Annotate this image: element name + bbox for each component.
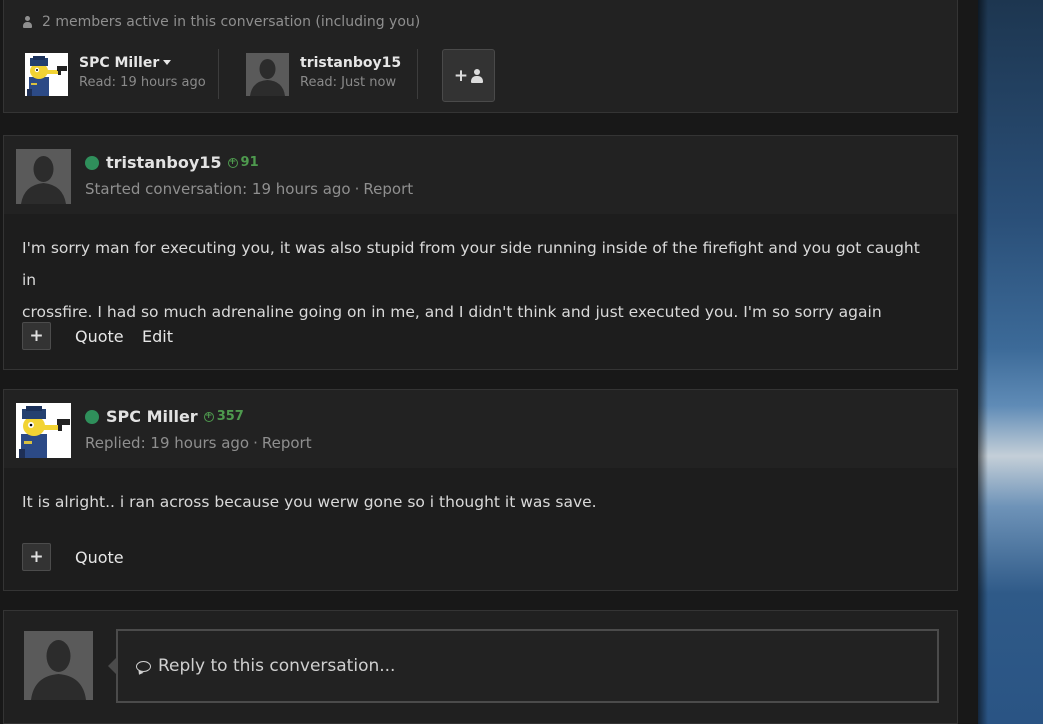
online-status-icon	[85, 155, 99, 170]
avatar-spc-miller[interactable]	[25, 53, 68, 96]
message-text-line: crossfire. I had so much adrenaline goin…	[22, 303, 882, 321]
quote-button[interactable]: Quote	[75, 548, 124, 567]
message-text-line: I'm sorry man for executing you, it was …	[22, 239, 920, 289]
plus-icon: +	[453, 65, 469, 86]
message-text-line: It is alright.. i ran across because you…	[22, 493, 597, 511]
message-body: I'm sorry man for executing you, it was …	[4, 214, 957, 369]
message-header: tristanboy15 + 91 Started conversation: …	[4, 136, 957, 214]
members-panel: 2 members active in this conversation (i…	[3, 0, 958, 113]
active-members-text: 2 members active in this conversation (i…	[42, 14, 421, 30]
invite-member-button[interactable]: +	[442, 49, 495, 102]
message-text: I'm sorry man for executing you, it was …	[22, 232, 927, 328]
avatar-default[interactable]	[16, 149, 71, 204]
reputation-value: 91	[240, 155, 259, 170]
reply-placeholder: Reply to this conversation...	[158, 656, 396, 676]
caret-down-icon[interactable]	[163, 60, 172, 65]
user-icon	[471, 68, 484, 83]
user-icon	[22, 16, 33, 28]
author-name[interactable]: SPC Miller	[106, 407, 198, 426]
active-members-line: 2 members active in this conversation (i…	[22, 14, 420, 30]
separator: ·	[354, 180, 360, 198]
avatar-default	[24, 631, 93, 700]
separator: ·	[253, 434, 258, 452]
message-timestamp: Started conversation: 19 hours ago	[85, 180, 351, 198]
reply-panel: Reply to this conversation...	[3, 610, 958, 724]
like-button[interactable]: +	[22, 543, 51, 571]
message-meta: Started conversation: 19 hours ago · Repor…	[85, 180, 413, 198]
member-name[interactable]: tristanboy15	[300, 55, 401, 71]
conversation-column: 2 members active in this conversation (i…	[0, 0, 978, 724]
member-tristanboy15[interactable]: tristanboy15 Read: Just now	[246, 53, 401, 96]
message-meta: Replied: 19 hours ago · Report	[85, 434, 312, 452]
member-read-status: Read: 19 hours ago	[79, 75, 206, 90]
edit-button[interactable]: Edit	[142, 327, 173, 346]
member-spc-miller[interactable]: SPC Miller Read: 19 hours ago	[25, 53, 206, 96]
report-link[interactable]: Report	[262, 434, 312, 452]
member-name: SPC Miller	[79, 55, 206, 71]
reputation-badge: + 91	[227, 155, 259, 170]
avatar-spc-miller[interactable]	[16, 403, 71, 458]
divider	[218, 49, 219, 99]
author-row: SPC Miller + 357	[85, 407, 244, 426]
speech-bubble-icon	[136, 660, 151, 672]
quote-button[interactable]: Quote	[75, 327, 124, 346]
member-read-status: Read: Just now	[300, 75, 397, 90]
message-timestamp: Replied: 19 hours ago	[85, 434, 250, 452]
message: SPC Miller + 357 Replied: 19 hours ago · R…	[3, 389, 958, 591]
online-status-icon	[85, 409, 99, 424]
report-link[interactable]: Report	[363, 180, 413, 198]
reputation-badge: + 357	[203, 409, 244, 424]
author-row: tristanboy15 + 91	[85, 153, 259, 172]
member-name-link[interactable]: SPC Miller	[79, 55, 159, 71]
avatar-default[interactable]	[246, 53, 289, 96]
message: tristanboy15 + 91 Started conversation: …	[3, 135, 958, 370]
author-name[interactable]: tristanboy15	[106, 153, 222, 172]
message-header: SPC Miller + 357 Replied: 19 hours ago · R…	[4, 390, 957, 468]
like-button[interactable]: +	[22, 322, 51, 350]
divider	[417, 49, 418, 99]
reputation-plus-icon: +	[227, 157, 238, 168]
reputation-plus-icon: +	[203, 411, 214, 422]
reply-input[interactable]: Reply to this conversation...	[108, 629, 939, 703]
message-text: It is alright.. i ran across because you…	[22, 486, 927, 518]
background-scenery	[978, 0, 1043, 724]
message-body: It is alright.. i ran across because you…	[4, 468, 957, 590]
reputation-value: 357	[216, 409, 244, 424]
